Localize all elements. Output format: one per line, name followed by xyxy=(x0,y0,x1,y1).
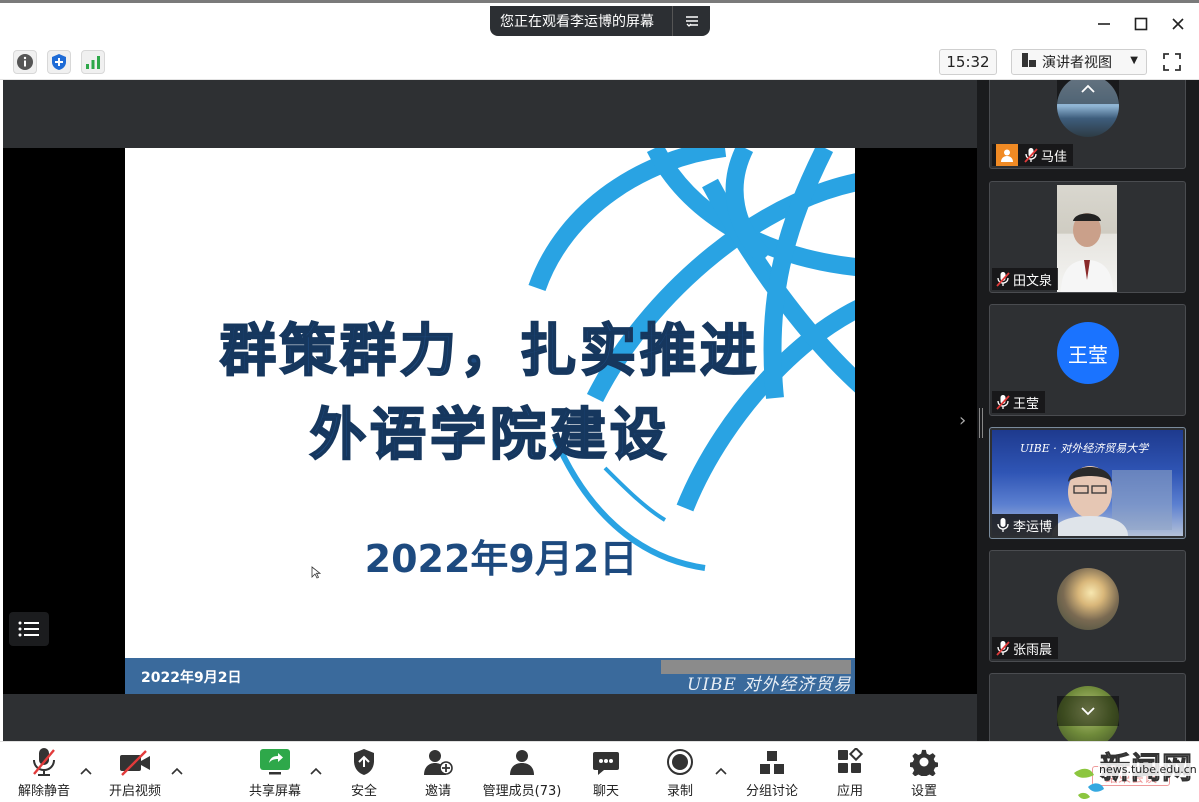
share-screen-label: 共享屏幕 xyxy=(248,784,301,799)
chevron-right-icon[interactable]: › xyxy=(959,410,966,431)
presentation-slide: 群策群力，扎实推进 外语学院建设 2022年9月2日 2022年9月2日 UIB… xyxy=(125,148,855,694)
add-user-icon xyxy=(423,746,453,776)
view-mode-label: 演讲者视图 xyxy=(1042,55,1112,71)
signal-icon[interactable] xyxy=(81,50,105,74)
shared-screen-area[interactable]: 群策群力，扎实推进 外语学院建设 2022年9月2日 2022年9月2日 UIB… xyxy=(3,80,977,741)
breakout-rooms-button[interactable]: 分组讨论 xyxy=(744,746,800,800)
hamburger-icon[interactable] xyxy=(672,6,710,36)
breakout-grid-icon xyxy=(758,746,786,776)
record-options-caret-icon[interactable] xyxy=(714,764,728,778)
uibe-logo: UIBE 对外经济贸易大学 xyxy=(687,675,852,694)
slide-footer: 2022年9月2日 UIBE 对外经济贸易大学 xyxy=(125,658,855,694)
watermark-url: news.tube.edu.cn xyxy=(1098,763,1198,776)
mic-muted-icon xyxy=(996,394,1010,410)
participant-name: 王莹 xyxy=(1013,396,1040,412)
participants-icon xyxy=(508,746,536,776)
close-icon[interactable] xyxy=(1165,11,1191,37)
participant-name-tag: 田文泉 xyxy=(992,268,1059,290)
apps-icon xyxy=(836,746,864,776)
title-bar: 您正在观看李运博的屏幕 xyxy=(0,0,1199,42)
list-icon xyxy=(18,621,39,637)
chat-button[interactable]: 聊天 xyxy=(588,746,624,800)
video-off-icon xyxy=(118,746,152,776)
maximize-icon[interactable] xyxy=(1128,11,1154,37)
invite-button[interactable]: 邀请 xyxy=(420,746,456,800)
apps-label: 应用 xyxy=(836,784,863,799)
settings-button[interactable]: 设置 xyxy=(906,746,942,800)
share-screen-icon xyxy=(259,746,291,776)
view-mode-select[interactable]: 演讲者视图 ▼ xyxy=(1011,49,1147,75)
video-logo-text: UIBE · 对外经济贸易大学 xyxy=(1020,442,1150,455)
audio-options-caret-icon[interactable] xyxy=(79,764,93,778)
share-screen-button[interactable]: 共享屏幕 xyxy=(246,746,304,800)
participant-name: 田文泉 xyxy=(1013,273,1053,289)
manage-participants-button[interactable]: 管理成员(73) xyxy=(482,746,562,800)
participant-gallery: 马佳 田文泉 王莹 王莹 UIBE · 对外经济贸易大学 李运博 张雨晨 xyxy=(977,80,1199,741)
user-icon xyxy=(996,144,1018,166)
view-layout-icon xyxy=(1022,53,1036,71)
security-label: 安全 xyxy=(350,784,377,799)
unmute-label: 解除静音 xyxy=(17,784,70,799)
meeting-toolbar: 解除静音 开启视频 共享屏幕 安全 邀请 管理成员(73) 聊天 录制 分组讨论… xyxy=(0,741,1199,802)
security-shield-icon xyxy=(352,746,376,776)
participant-video xyxy=(1057,185,1117,292)
viewing-share-banner[interactable]: 您正在观看李运博的屏幕 xyxy=(490,6,710,36)
participant-name-tag: 张雨晨 xyxy=(992,637,1059,659)
start-video-label: 开启视频 xyxy=(108,784,161,799)
chat-label: 聊天 xyxy=(592,784,619,799)
participant-name: 马佳 xyxy=(1041,149,1068,165)
start-video-button[interactable]: 开启视频 xyxy=(106,746,164,800)
participant-name: 李运博 xyxy=(1013,519,1053,535)
sidebar-resize-handle[interactable] xyxy=(979,408,983,438)
record-icon xyxy=(666,746,694,776)
minimize-icon[interactable] xyxy=(1091,11,1117,37)
chevron-down-icon[interactable] xyxy=(1057,696,1119,726)
security-button[interactable]: 安全 xyxy=(346,746,382,800)
slide-footer-date: 2022年9月2日 xyxy=(141,670,242,686)
invite-label: 邀请 xyxy=(424,784,451,799)
record-button[interactable]: 录制 xyxy=(662,746,698,800)
fullscreen-icon[interactable] xyxy=(1160,50,1184,74)
share-options-caret-icon[interactable] xyxy=(309,764,323,778)
participant-tile[interactable]: 马佳 xyxy=(989,80,1186,169)
chat-icon xyxy=(592,746,620,776)
mouse-cursor-icon xyxy=(311,566,321,579)
apps-button[interactable]: 应用 xyxy=(832,746,868,800)
shield-icon[interactable] xyxy=(47,50,71,74)
participant-name-tag: 马佳 xyxy=(992,144,1074,166)
list-menu-button[interactable] xyxy=(9,612,49,646)
avatar xyxy=(1057,568,1119,630)
slide-date: 2022年9月2日 xyxy=(364,537,638,581)
mic-on-icon xyxy=(996,517,1010,533)
unmute-button[interactable]: 解除静音 xyxy=(16,746,72,800)
mic-muted-icon xyxy=(996,640,1010,656)
participants-label: 管理成员(73) xyxy=(482,784,562,799)
meeting-clock: 15:32 xyxy=(939,49,997,75)
slide-title-line1: 群策群力，扎实推进 xyxy=(219,318,760,385)
slide-title-line2: 外语学院建设 xyxy=(309,402,670,469)
chevron-up-icon[interactable] xyxy=(1057,80,1119,104)
participant-name: 张雨晨 xyxy=(1013,642,1053,658)
mic-muted-icon xyxy=(996,271,1010,287)
participant-tile[interactable] xyxy=(989,673,1186,741)
share-banner-text: 您正在观看李运博的屏幕 xyxy=(500,14,654,30)
mic-muted-icon xyxy=(1024,147,1038,163)
breakout-label: 分组讨论 xyxy=(745,784,798,799)
record-label: 录制 xyxy=(666,784,693,799)
gear-icon xyxy=(910,746,938,776)
caret-down-icon: ▼ xyxy=(1130,55,1138,66)
participant-tile-active[interactable]: UIBE · 对外经济贸易大学 李运博 xyxy=(989,427,1186,539)
participant-tile[interactable]: 田文泉 xyxy=(989,181,1186,293)
participant-tile[interactable]: 张雨晨 xyxy=(989,550,1186,662)
video-options-caret-icon[interactable] xyxy=(170,764,184,778)
participant-tile[interactable]: 王莹 王莹 xyxy=(989,304,1186,416)
participant-name-tag: 王莹 xyxy=(992,391,1046,413)
settings-label: 设置 xyxy=(910,784,937,799)
mic-muted-icon xyxy=(31,746,57,776)
info-icon[interactable] xyxy=(13,50,37,74)
avatar-initials: 王莹 xyxy=(1057,322,1119,384)
info-bar: 15:32 演讲者视图 ▼ xyxy=(0,42,1199,80)
news-site-watermark: 结束会议 新闻网 news.tube.edu.cn xyxy=(1068,743,1199,802)
participant-name-tag: 李运博 xyxy=(992,514,1059,536)
